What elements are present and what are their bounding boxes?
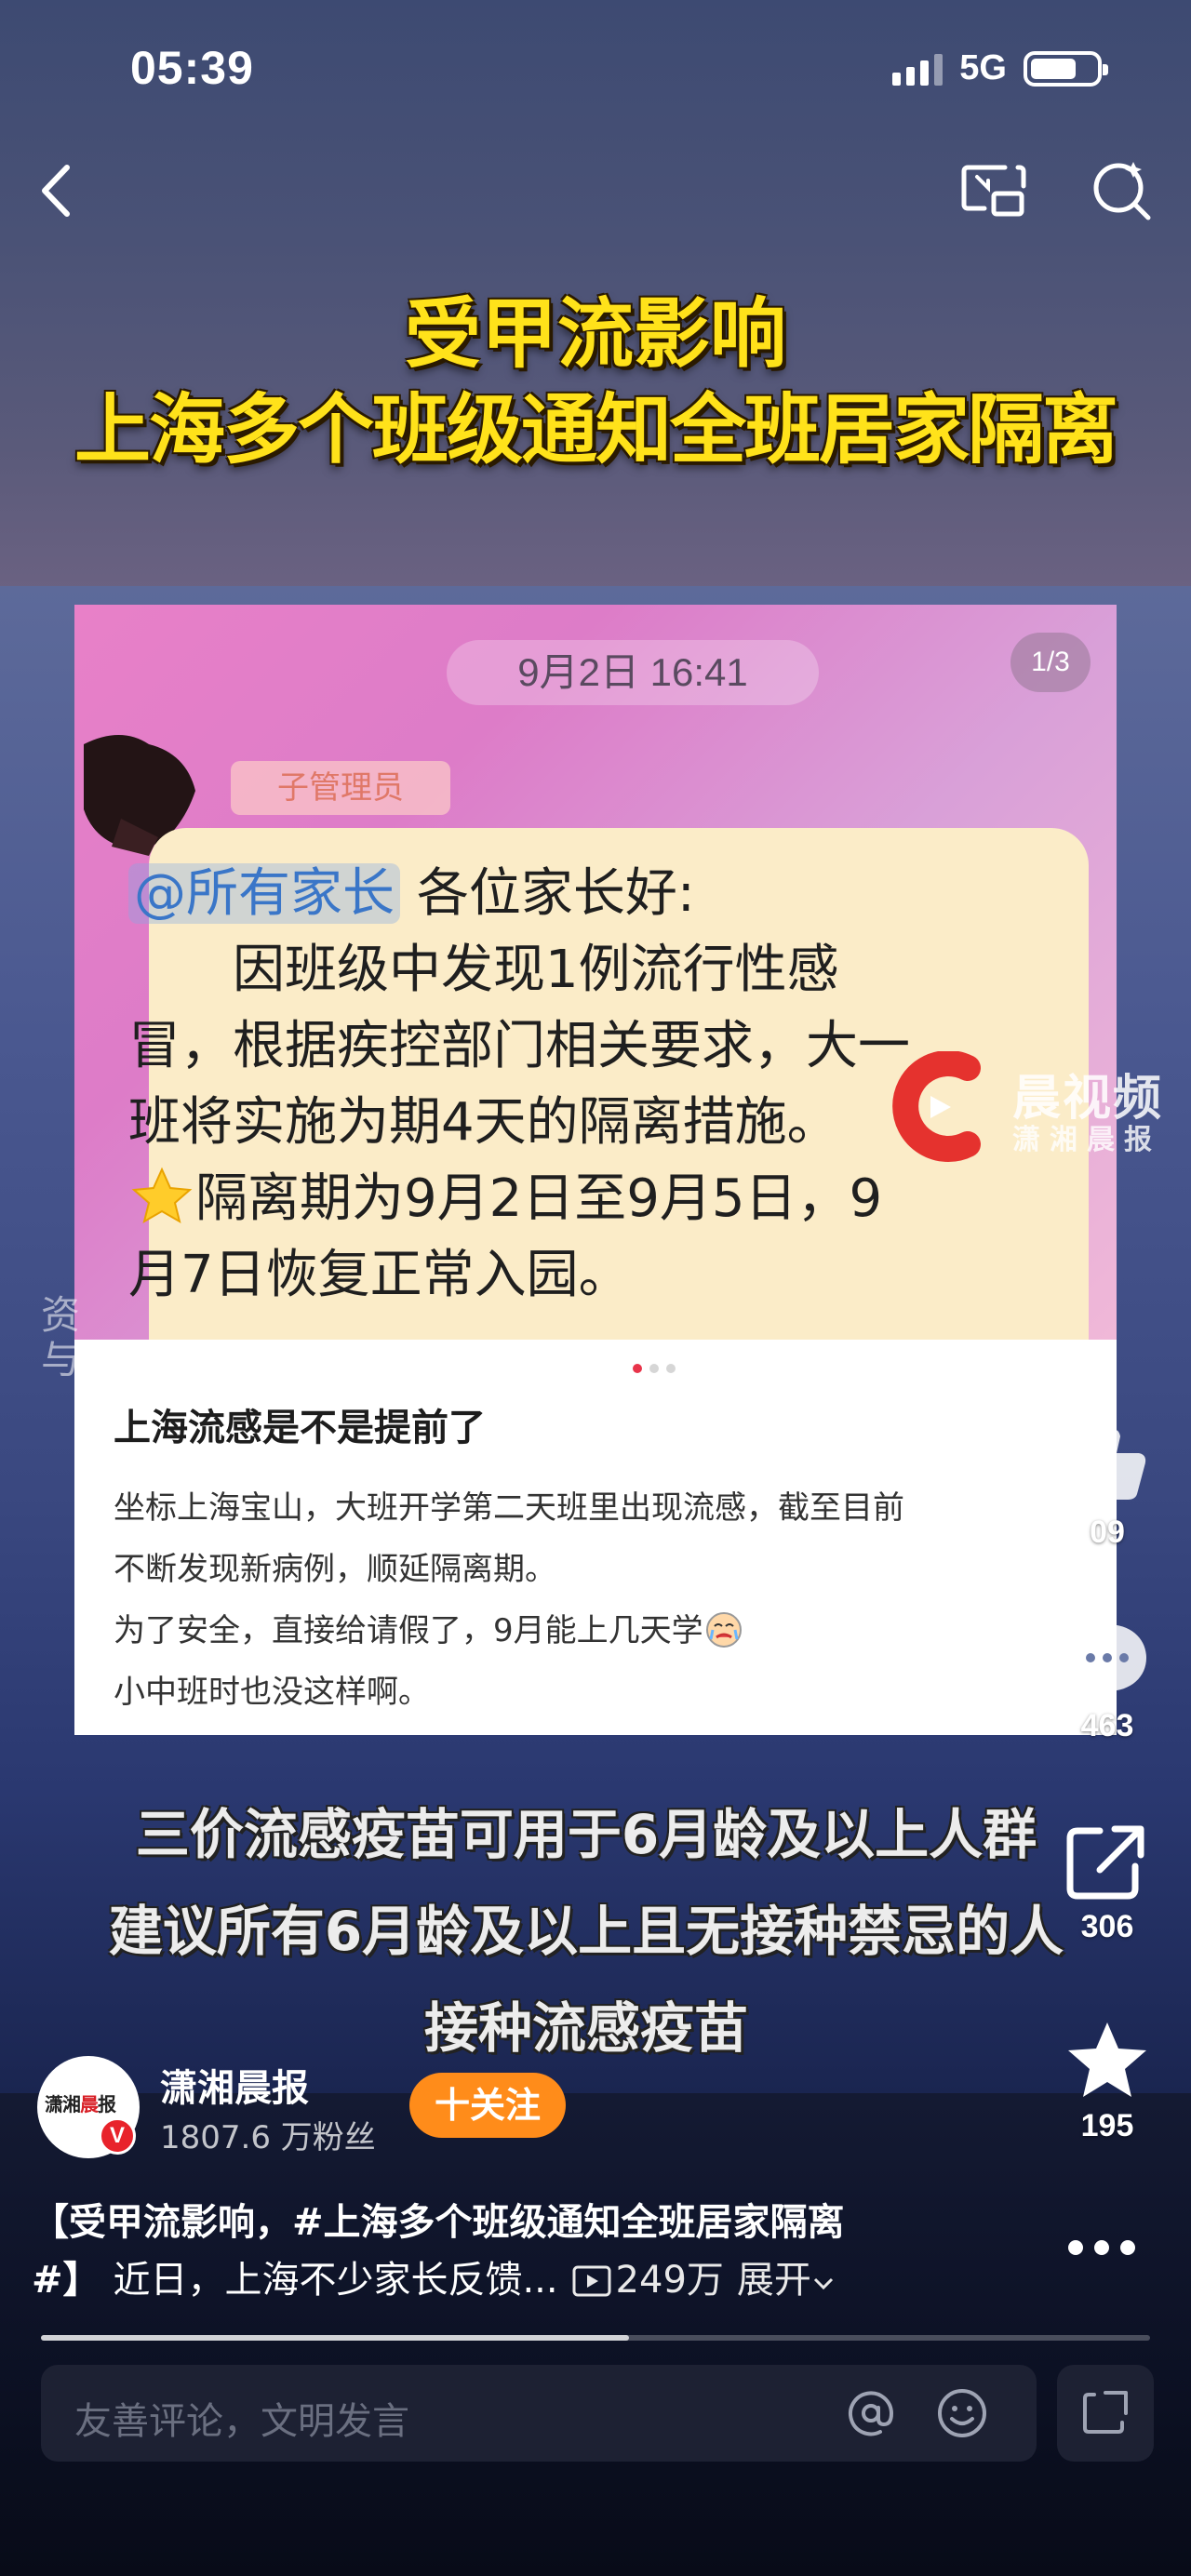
play-count: 249万 xyxy=(615,2259,724,2302)
video-subtitle: 三价流感疫苗可用于6月龄及以上人群 建议所有6月龄及以上且无接种禁忌的人 接种流… xyxy=(0,1786,1172,2076)
post-body: 坐标上海宝山，大班开学第二天班里出现流感，截至目前 不断发现新病例，顺延隔离期。… xyxy=(114,1477,1100,1723)
share-count: 306 xyxy=(1080,1909,1134,1944)
verified-badge: V xyxy=(99,2117,136,2155)
carousel-dots xyxy=(633,1364,676,1373)
caption-hashtag-end: #】 xyxy=(32,2259,100,2302)
like-button[interactable]: 09 xyxy=(1061,1420,1154,1551)
headline-line-1: 受甲流影响 xyxy=(404,290,786,379)
crying-emoji-icon xyxy=(705,1612,742,1648)
share-button[interactable]: 306 xyxy=(1061,1820,1154,1945)
emoji-picker-icon[interactable] xyxy=(934,2385,990,2441)
follow-button[interactable]: 十关注 xyxy=(409,2073,566,2138)
fullscreen-comment-button[interactable] xyxy=(1057,2365,1154,2462)
expand-icon xyxy=(1083,2391,1128,2434)
post-line: 坐标上海宝山，大班开学第二天班里出现流感，截至目前 xyxy=(114,1489,904,1527)
comment-bubble-icon xyxy=(1068,1624,1146,1701)
chat-screenshot: 9月2日 16:41 1/3 子管理员 @所有家长 各位家长好: 因班级中发现1… xyxy=(74,605,1117,1340)
battery-icon xyxy=(1024,50,1108,87)
chat-timestamp: 9月2日 16:41 xyxy=(447,640,819,705)
comment-placeholder: 友善评论，文明发言 xyxy=(74,2400,409,2443)
comment-count: 463 xyxy=(1080,1708,1134,1743)
post-line: 不断发现新病例，顺延隔离期。 xyxy=(114,1551,556,1588)
page-indicator: 1/3 xyxy=(1010,633,1091,692)
chevron-down-icon xyxy=(813,2277,833,2290)
signal-icon xyxy=(892,52,943,86)
message-line: 月7日恢复正常入园。 xyxy=(128,1245,631,1305)
caption-line: 【受甲流影响，#上海多个班级通知全班居家隔离 xyxy=(32,2201,845,2244)
avatar-logo-text: 潇湘晨报 xyxy=(45,2093,116,2116)
post-screenshot-card: 上海流感是不是提前了 坐标上海宝山，大班开学第二天班里出现流感，截至目前 不断发… xyxy=(74,1340,1117,1735)
play-count-icon xyxy=(572,2265,611,2297)
search-icon[interactable] xyxy=(1087,154,1158,225)
message-line: 因班级中发现1例流行性感 xyxy=(233,940,839,1000)
comment-input[interactable]: 友善评论，文明发言 xyxy=(41,2365,1037,2462)
thumbs-up-icon xyxy=(1070,1429,1146,1500)
headline-line-2: 上海多个班级通知全班居家隔离 xyxy=(74,386,1118,474)
star-icon xyxy=(1068,2022,1146,2097)
watermark-source: 潇湘晨报 xyxy=(1012,1124,1161,1156)
more-options-button[interactable] xyxy=(1068,2240,1135,2255)
subtitle-line: 建议所有6月龄及以上且无接种禁忌的人 xyxy=(108,1900,1064,1963)
post-line: 为了安全，直接给请假了，9月能上几天学 xyxy=(114,1612,703,1649)
ghost-text-line: 资 xyxy=(41,1292,81,1338)
mention-all-parents: @所有家长 xyxy=(128,863,400,924)
back-arrow-icon[interactable] xyxy=(28,158,84,223)
mention-at-icon[interactable] xyxy=(843,2385,899,2441)
role-tag: 子管理员 xyxy=(231,761,450,815)
caption-text: 近日，上海不少家长反馈... xyxy=(113,2259,558,2302)
subtitle-line: 三价流感疫苗可用于6月龄及以上人群 xyxy=(135,1803,1037,1866)
like-count: 09 xyxy=(1090,1515,1125,1550)
favorite-count: 195 xyxy=(1080,2108,1134,2143)
share-icon xyxy=(1066,1825,1144,1900)
post-line: 小中班时也没这样啊。 xyxy=(114,1674,430,1711)
video-caption[interactable]: 【受甲流影响，#上海多个班级通知全班居家隔离 #】 近日，上海不少家长反馈...… xyxy=(32,2194,962,2309)
post-title: 上海流感是不是提前了 xyxy=(114,1407,486,1449)
author-fans: 1807.6 万粉丝 xyxy=(160,2119,376,2156)
comment-button[interactable]: 463 xyxy=(1061,1619,1154,1744)
network-type: 5G xyxy=(959,48,1007,87)
status-indicators: 5G xyxy=(892,48,1108,88)
favorite-button[interactable]: 195 xyxy=(1061,2019,1154,2144)
expand-caption-button[interactable]: 展开 xyxy=(737,2259,811,2302)
message-greeting: 各位家长好: xyxy=(416,863,695,924)
message-line: 隔离期为9月2日至9月5日，9 xyxy=(195,1168,883,1229)
status-time: 05:39 xyxy=(130,42,254,94)
author-name[interactable]: 潇湘晨报 xyxy=(160,2058,309,2112)
picture-in-picture-icon[interactable] xyxy=(958,158,1029,223)
star-emoji-icon xyxy=(131,1167,193,1224)
video-progress-bar[interactable] xyxy=(41,2335,1150,2341)
video-headline: 受甲流影响 上海多个班级通知全班居家隔离 xyxy=(0,288,1191,482)
